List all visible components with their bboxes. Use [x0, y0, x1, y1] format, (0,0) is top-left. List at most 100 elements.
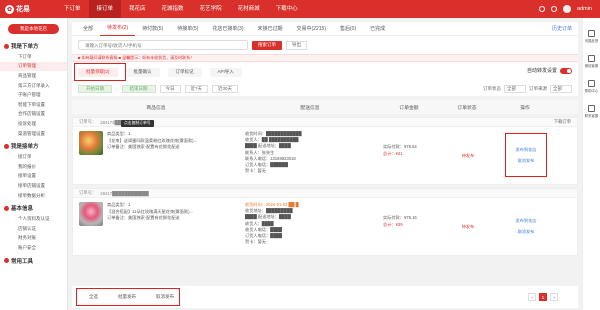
sidebar-item[interactable]: 财务对账	[0, 234, 67, 244]
delivery-info: 收货时间：2024-01-02 ██ █ 收货地址：█████████ ████…	[245, 202, 299, 245]
tab-pending-publish[interactable]: 待发布(2)	[100, 21, 136, 36]
nav-item-download[interactable]: 下载中心	[268, 0, 306, 18]
tools-icon	[4, 258, 9, 264]
sidebar-item[interactable]: 智能下单设置	[0, 100, 67, 110]
user-area: admin	[539, 0, 592, 18]
sidebar-item[interactable]: 接订单	[0, 152, 67, 162]
contact-icon	[588, 105, 595, 112]
source-select[interactable]: 全部	[550, 85, 572, 93]
sidebar-item[interactable]: 接单店铺设置	[0, 181, 67, 191]
logo-icon: ✿	[5, 4, 14, 14]
filter-week[interactable]: 近7天	[184, 85, 209, 93]
sidebar-item[interactable]: 接单数据分析	[0, 191, 67, 201]
nav-item-mall[interactable]: 花材商城	[230, 0, 268, 18]
bell-icon[interactable]	[551, 6, 558, 12]
order-number[interactable]: 28417████████████	[100, 191, 148, 196]
sidebar-item-order-management[interactable]: 订单管理	[0, 61, 67, 72]
tab-completed[interactable]: 已完成	[363, 22, 392, 36]
date-to-input[interactable]: 结束日期	[121, 85, 156, 93]
sidebar-item[interactable]: 账户安全	[0, 243, 67, 253]
order-mark-button[interactable]: 订单标记	[167, 67, 202, 77]
publish-to-shop-link[interactable]: 发布到花店	[516, 218, 537, 224]
search-icon[interactable]	[539, 6, 546, 12]
tab-pending-payment[interactable]: 待付款(5)	[135, 22, 170, 36]
feedback-icon	[588, 30, 595, 37]
username[interactable]: admin	[577, 6, 592, 12]
sidebar-item[interactable]: 商品管理	[0, 71, 67, 81]
order-remark: 订单备注：美国独家-配置有花鲜花配送	[107, 215, 180, 221]
tab-in-progress[interactable]: 交易中(2215)	[290, 22, 333, 36]
tab-expired[interactable]: 未接已过期	[251, 22, 290, 36]
sidebar-item[interactable]: 我的报价	[0, 162, 67, 172]
shop-button[interactable]: 我是本地花店	[8, 24, 59, 34]
feedback-tool[interactable]: 问题反馈	[583, 30, 600, 43]
sidebar-item[interactable]: 渠道管理设置	[0, 129, 67, 139]
cancel-publish-link[interactable]: 取消发布	[518, 229, 535, 235]
sidebar-item[interactable]: 接单设置	[0, 172, 67, 182]
toggle-switch[interactable]	[560, 67, 572, 74]
column-header-status: 订单状态	[457, 105, 477, 111]
nav-item-flower-index[interactable]: 花城指数	[154, 0, 192, 18]
help-icon	[588, 80, 595, 87]
prev-page-button[interactable]: ‹	[528, 293, 536, 301]
nav-item-place-order[interactable]: 下订单	[56, 0, 89, 18]
wechat-tool[interactable]: 微信客服	[583, 55, 600, 68]
nav-item-academy[interactable]: 花艺学院	[192, 0, 230, 18]
filter-bar: 开始日期 - 结束日期 今日 近7天 近30天 订单状态 全部 订单来源 全部	[72, 82, 578, 96]
highlight-box	[505, 133, 547, 177]
sidebar-item[interactable]: 店铺认证	[0, 224, 67, 234]
nav-item-my-shop[interactable]: 我花店	[121, 0, 154, 18]
status-select[interactable]: 全部	[504, 85, 526, 93]
source-label: 订单来源	[529, 86, 547, 91]
top-navigation-bar: ✿ 花易 下订单 接订单 我花店 花城指数 花艺学院 花材商城 下载中心 admi…	[0, 0, 600, 18]
tab-all[interactable]: 全部	[76, 22, 100, 36]
order-tabs: 全部 待发布(2) 待付款(5) 待接单(5) 花店已接单(3) 未接已过期 交…	[72, 22, 578, 36]
download-order-link[interactable]: 下载订单	[554, 119, 577, 125]
sidebar-item[interactable]: 下订单	[0, 52, 67, 62]
tab-after-sale[interactable]: 售后(0)	[333, 22, 363, 36]
filter-month[interactable]: 近30天	[212, 85, 239, 93]
product-info: 商品类型：1 【混合搭配】11朵红玫瑰满天星花束(雾面款)... 订单备注：美国…	[73, 198, 241, 255]
brand-logo[interactable]: ✿ 花易	[0, 0, 56, 18]
sidebar-group-tools[interactable]: 常用工具	[0, 253, 67, 267]
sidebar-item[interactable]: 个人资料及认证	[0, 214, 67, 224]
avatar[interactable]	[563, 5, 572, 13]
page-button-current[interactable]: 1	[539, 293, 547, 301]
delivery-info: 收货时间：████████████ 收货人：██ ██████████ ████…	[245, 131, 302, 174]
export-button[interactable]: 导出	[286, 40, 307, 50]
date-from-input[interactable]: 开始日期	[78, 85, 112, 93]
sidebar-group-orderer[interactable]: 我是下单方	[0, 38, 67, 52]
search-input[interactable]	[78, 40, 248, 50]
copy-tooltip: 点击复制订单号	[121, 120, 154, 127]
contact-tool[interactable]: 联系客服	[583, 105, 600, 118]
order-row: 订单号： 284174█████070 下载订单 点击复制订单号 商品类型：1 …	[72, 117, 578, 185]
auto-forward-toggle[interactable]: 自动转发设置	[527, 67, 572, 74]
api-import-button[interactable]: API导入	[209, 67, 242, 77]
tab-accepted[interactable]: 花店已接单(3)	[205, 22, 250, 36]
sidebar-group-acceptor[interactable]: 我是接单方	[0, 138, 67, 152]
sidebar-item[interactable]: 第三方订单录入	[0, 81, 67, 91]
sidebar-item[interactable]: 投诉处理	[0, 119, 67, 129]
notice-banner: ■ 如有疑问请联系客服 ■ 温馨提示：如有未收到货，请及时联系！	[72, 54, 578, 62]
product-image[interactable]	[79, 131, 103, 155]
help-tool[interactable]: 帮助中心	[583, 80, 600, 93]
product-image[interactable]	[79, 202, 103, 226]
sidebar-item[interactable]: 合作店铺设置	[0, 110, 67, 120]
next-page-button[interactable]: ›	[550, 293, 558, 301]
search-button[interactable]: 搜索订单	[252, 40, 282, 50]
order-status: 待发布	[461, 223, 475, 229]
status-label: 订单状态	[483, 86, 501, 91]
filter-today[interactable]: 今日	[159, 85, 181, 93]
column-header-actions: 操作	[520, 105, 530, 111]
batch-confirm-button[interactable]: 批量确认	[125, 67, 160, 77]
history-orders-link[interactable]: 历史订单	[545, 22, 578, 36]
top-nav: 下订单 接订单 我花店 花城指数 花艺学院 花材商城 下载中心	[56, 0, 306, 18]
nav-item-accept-order[interactable]: 接订单	[88, 0, 122, 18]
sidebar-group-basic-info[interactable]: 基本信息	[0, 200, 67, 214]
column-header-amount: 订单金额	[399, 105, 419, 111]
table-header: 商品信息 配送信息 订单金额 订单状态 操作	[72, 100, 578, 114]
orderer-icon	[4, 43, 9, 49]
sidebar-item[interactable]: 子账户管理	[0, 90, 67, 100]
product-info: 商品类型：1 【花束】送闺蜜同款温柔粉红玫瑰花束(雾面款)... 订单备注：美国…	[73, 127, 241, 184]
tab-pending-accept[interactable]: 待接单(5)	[170, 22, 205, 36]
